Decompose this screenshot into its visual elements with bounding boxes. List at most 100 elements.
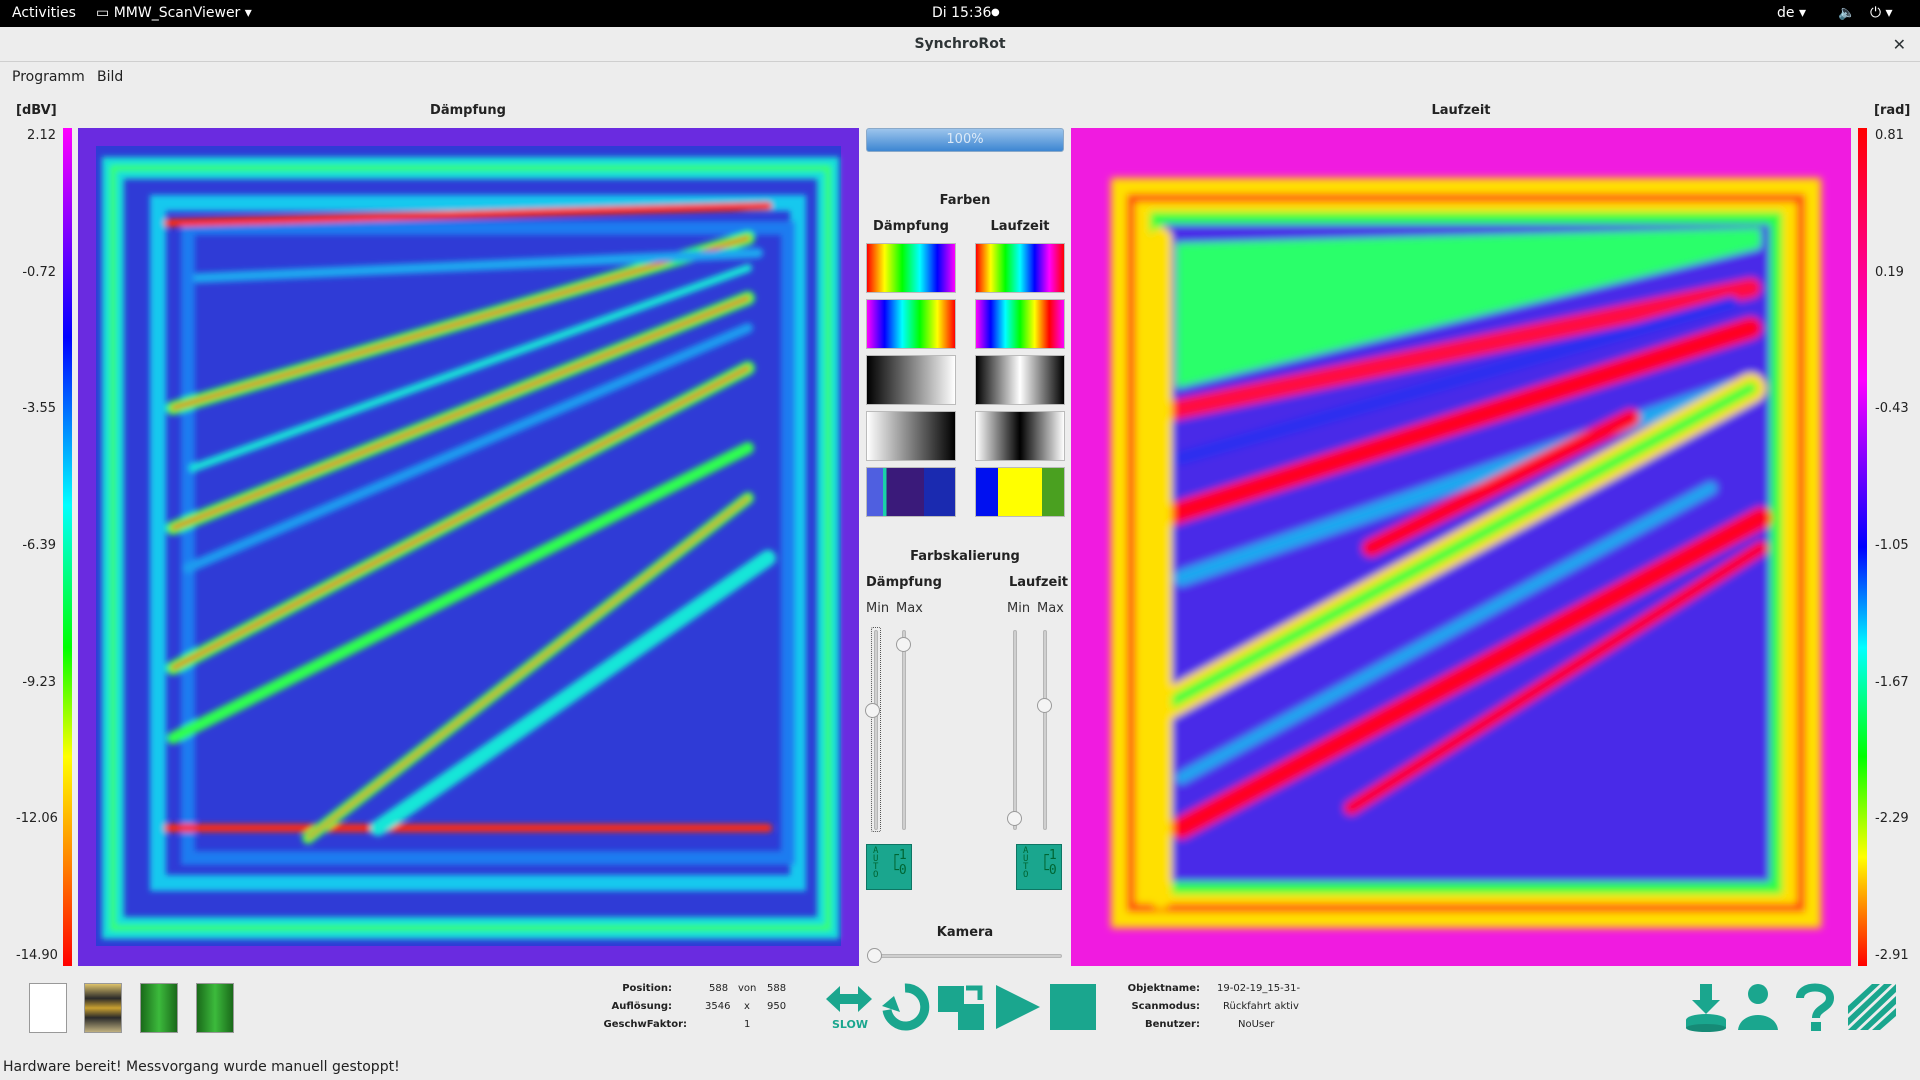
activities-button[interactable]: Activities	[12, 5, 76, 21]
scan-progress-bar: 100%	[866, 128, 1064, 152]
left-panel-title: Dämpfung	[430, 103, 506, 118]
object-label: Objektname:	[1127, 983, 1200, 994]
user-value: NoUser	[1238, 1019, 1275, 1030]
colormap-jet-left[interactable]	[866, 299, 956, 349]
min-slider-left-knob[interactable]	[865, 703, 880, 718]
scanmode-value: Rückfahrt aktiv	[1223, 1001, 1299, 1012]
colormap-rainbow-right[interactable]	[975, 243, 1065, 293]
auto-scale-right-button[interactable]: AUTO ┌1 └0	[1016, 844, 1062, 890]
status-message: Hardware bereit! Messvorgang wurde manue…	[3, 1059, 400, 1075]
colormap-discrete-right[interactable]	[975, 467, 1065, 517]
colormap-rainbow-left[interactable]	[866, 243, 956, 293]
scanmode-label: Scanmodus:	[1131, 1001, 1200, 1012]
menu-bar: Programm Bild	[0, 63, 1920, 91]
close-icon[interactable]: ✕	[1893, 27, 1906, 62]
colormap-gray-right[interactable]	[975, 355, 1065, 405]
camera-slider-knob[interactable]	[867, 948, 882, 963]
user-icon	[1738, 984, 1778, 1030]
auto-scale-right-icon: ┌1 └0	[1041, 848, 1057, 878]
transfer-button[interactable]	[936, 982, 986, 1036]
auto-scale-left-icon: ┌1 └0	[891, 848, 907, 878]
clock[interactable]: Di 15:36	[932, 5, 991, 21]
max-label-right: Max	[1037, 601, 1064, 616]
max-slider-left-knob[interactable]	[896, 637, 911, 652]
tick-label: -6.39	[22, 538, 56, 553]
resolution-y: 950	[767, 1001, 787, 1012]
max-slider-right-knob[interactable]	[1037, 698, 1052, 713]
tick-label: -9.23	[22, 674, 56, 690]
download-icon	[1686, 984, 1726, 1032]
stop-button[interactable]	[1048, 982, 1098, 1036]
position-total: 588	[767, 983, 787, 994]
stop-icon	[1050, 984, 1096, 1030]
tick-label: 0.81	[1875, 128, 1904, 143]
thumbnail-camera[interactable]	[84, 983, 122, 1033]
min-slider-right-track	[1013, 630, 1017, 830]
farbskalierung-title: Farbskalierung	[910, 549, 1020, 564]
left-unit-label: [dBV]	[16, 103, 57, 118]
window-title: SynchroRot	[914, 36, 1006, 52]
daempfung-scan	[78, 128, 859, 966]
tick-label: -0.72	[22, 264, 56, 280]
resolution-label: Auflösung:	[611, 1001, 673, 1012]
tick-label: 2.12	[27, 128, 56, 143]
kamera-title: Kamera	[936, 925, 994, 940]
resolution-separator: x	[744, 1001, 750, 1012]
save-download-button[interactable]	[1684, 982, 1728, 1036]
scale-right-label: Laufzeit	[1008, 575, 1068, 590]
repeat-icon	[882, 983, 930, 1031]
slow-label: SLOW	[832, 1018, 869, 1031]
slow-arrows-icon	[826, 986, 872, 1012]
max-slider-left-track	[902, 630, 906, 830]
colormap-gray-left[interactable]	[866, 355, 956, 405]
user-button[interactable]	[1736, 982, 1780, 1036]
question-icon	[1796, 983, 1835, 1031]
left-colorbar	[63, 128, 72, 966]
repeat-button[interactable]	[880, 982, 930, 1036]
position-label: Position:	[622, 983, 672, 994]
tick-label: -2.91	[1875, 948, 1909, 963]
auto-scale-left-button[interactable]: AUTO ┌1 └0	[866, 844, 912, 890]
app-name: MMW_ScanViewer	[113, 5, 241, 21]
language-indicator[interactable]: de ▾	[1777, 5, 1806, 21]
thumbnail-blank[interactable]	[29, 983, 67, 1033]
camera-slider-track	[870, 954, 1062, 958]
menu-programm[interactable]: Programm	[12, 69, 85, 85]
slow-button[interactable]: SLOW	[824, 982, 874, 1032]
min-slider-left-track	[874, 630, 878, 830]
colormap-jet-right[interactable]	[975, 299, 1065, 349]
company-logo-icon	[1848, 984, 1896, 1030]
swap-squares-icon	[938, 985, 984, 1030]
play-button[interactable]	[992, 982, 1042, 1036]
menu-bild[interactable]: Bild	[97, 69, 123, 85]
tick-label: -1.05	[1875, 538, 1909, 553]
thumbnail-green-2[interactable]	[196, 983, 234, 1033]
help-button[interactable]	[1792, 982, 1836, 1036]
user-label: Benutzer:	[1145, 1019, 1200, 1030]
position-value: 588	[709, 983, 729, 994]
laufzeit-image[interactable]	[1071, 128, 1851, 966]
power-icon[interactable]: ⏻ ▾	[1870, 5, 1893, 21]
logo-button[interactable]	[1846, 982, 1898, 1036]
laufzeit-scan	[1071, 128, 1851, 966]
auto-label-right: AUTO	[1023, 846, 1029, 880]
min-slider-right-knob[interactable]	[1007, 811, 1022, 826]
max-label-left: Max	[896, 601, 923, 616]
daempfung-image[interactable]	[78, 128, 859, 966]
farben-right-label: Laufzeit	[990, 219, 1050, 234]
window-titlebar: SynchroRot ✕	[0, 27, 1920, 62]
right-colorbar	[1858, 128, 1867, 966]
tick-label: 0.19	[1875, 264, 1904, 280]
object-value: 19-02-19_15-31-	[1217, 983, 1301, 994]
tick-label: -14.90	[16, 948, 58, 963]
colormap-gray-inv-left[interactable]	[866, 411, 956, 461]
progress-label: 100%	[946, 132, 984, 147]
farben-title: Farben	[939, 193, 991, 208]
thumbnail-green-1[interactable]	[140, 983, 178, 1033]
colormap-discrete-left[interactable]	[866, 467, 956, 517]
volume-icon[interactable]: 🔈	[1838, 5, 1855, 21]
colormap-gray-inv-right[interactable]	[975, 411, 1065, 461]
system-top-bar: Activities ▭ MMW_ScanViewer ▾ Di 15:36 ●…	[0, 0, 1920, 27]
app-menu[interactable]: ▭ MMW_ScanViewer ▾	[96, 5, 252, 21]
tick-label: -2.29	[1875, 811, 1909, 827]
